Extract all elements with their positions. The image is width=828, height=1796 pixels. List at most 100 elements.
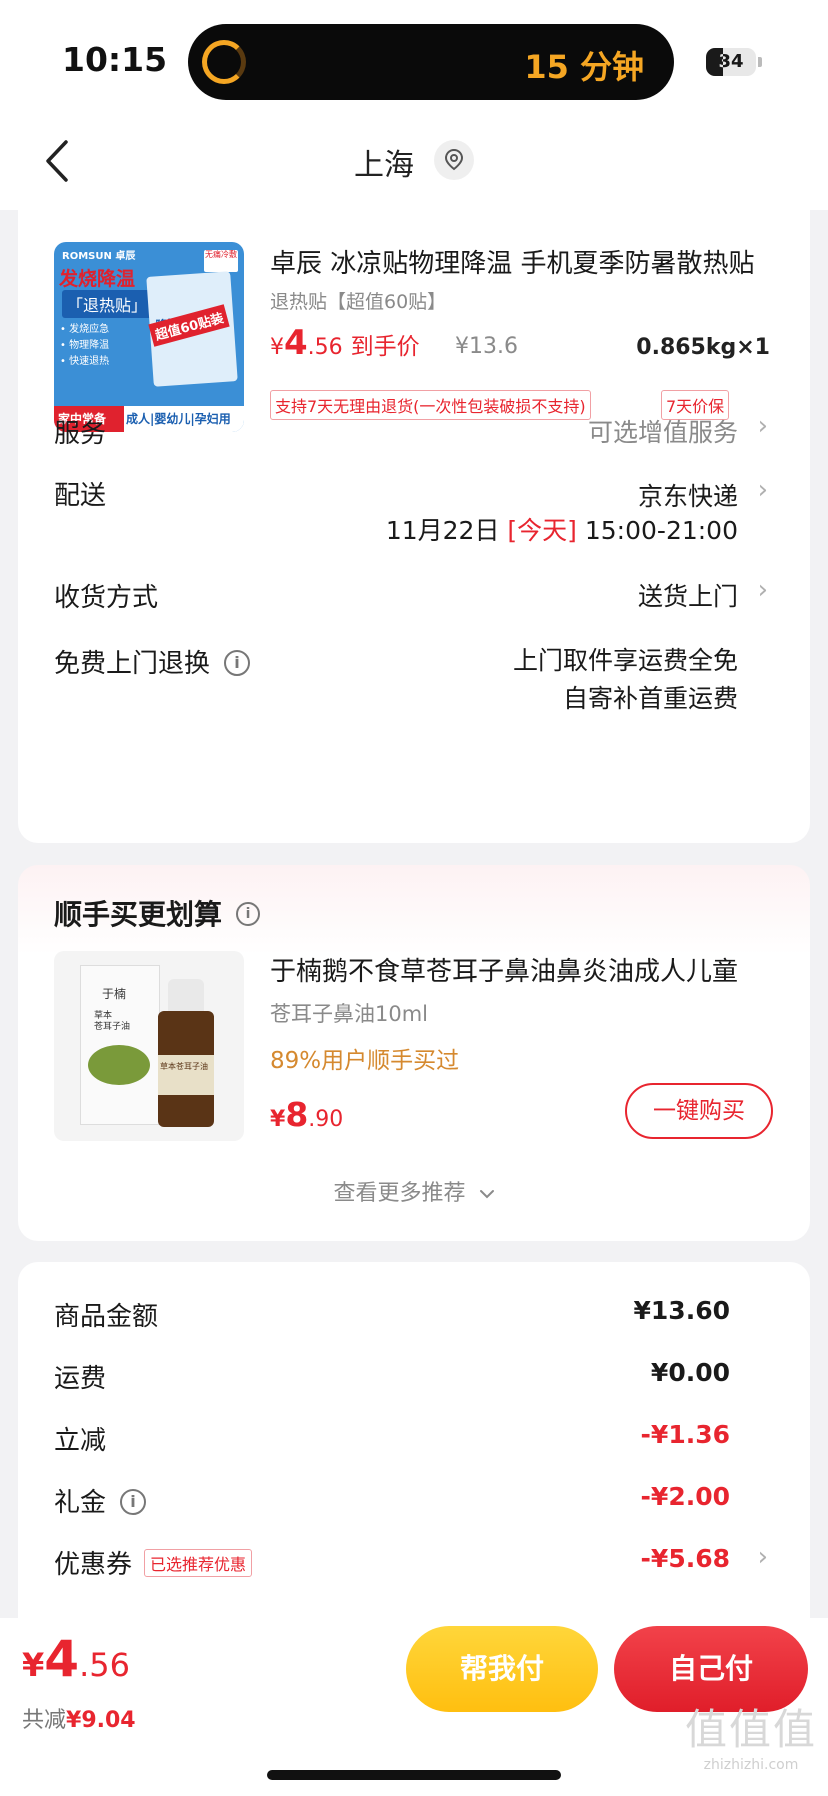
delivery-time: 11月22日 [今天] 15:00-21:00: [386, 511, 738, 547]
chevron-right-icon[interactable]: ›: [758, 411, 768, 441]
product-image-bullets: • 发烧应急 • 物理降温 • 快速退热: [60, 322, 109, 370]
bottle-cap: [168, 979, 204, 1013]
battery-text: 34: [718, 51, 744, 72]
leaf-graphic: [88, 1045, 150, 1085]
home-indicator[interactable]: [267, 1770, 561, 1780]
saved-label: 共减: [22, 1708, 67, 1733]
dynamic-island[interactable]: 15 分钟: [188, 24, 674, 100]
chevron-right-icon[interactable]: ›: [758, 575, 768, 605]
instant-discount-value: -¥1.36: [640, 1420, 730, 1449]
coupon-text: 优惠券: [54, 1550, 133, 1580]
info-icon[interactable]: i: [236, 902, 261, 926]
recommend-product-spec: 苍耳子鼻油10ml: [270, 1002, 429, 1026]
price-label: 到手价: [350, 334, 420, 360]
gift-money-value: -¥2.00: [640, 1482, 730, 1511]
shipping-label: 运费: [54, 1364, 107, 1394]
info-icon[interactable]: i: [120, 1488, 147, 1515]
instant-discount-label: 立减: [54, 1426, 107, 1456]
goods-amount-value: ¥13.60: [633, 1296, 730, 1325]
chevron-right-icon[interactable]: ›: [758, 1542, 768, 1572]
coupon-value[interactable]: -¥5.68: [641, 1544, 730, 1573]
order-card: ROMSUN 卓辰 无痛冷敷 发烧降温 「退热贴」 • 发烧应急 • 物理降温 …: [18, 205, 810, 843]
info-icon[interactable]: i: [224, 649, 251, 676]
return-policy-tag: 支持7天无理由退货(一次性包装破损不支持): [270, 390, 591, 420]
bottle-text: 草本苍耳子油: [160, 1062, 208, 1071]
price-currency: ¥: [270, 335, 284, 360]
recommend-title-text: 顺手买更划算: [54, 898, 223, 931]
product-title[interactable]: 卓辰 冰凉贴物理降温 手机夏季防暑散热贴: [270, 243, 790, 280]
coupon-selected-tag: 已选推荐优惠: [144, 1548, 253, 1577]
price-decimal: .90: [308, 1107, 344, 1132]
product-image-brand: ROMSUN 卓辰: [62, 251, 136, 262]
chevron-down-icon: [479, 1190, 494, 1199]
recommend-buyers-rate: 89%用户顺手买过: [270, 1048, 460, 1074]
delivery-value[interactable]: 京东快递: [638, 477, 738, 513]
chevron-left-icon: [46, 140, 68, 182]
price-decimal: .56: [307, 335, 343, 360]
product-weight: 0.865kg×1: [636, 335, 770, 360]
return-line-1: 上门取件享运费全免: [512, 646, 738, 675]
recommend-price: ¥8.90: [270, 1095, 343, 1134]
return-line-2: 自寄补首重运费: [562, 684, 738, 713]
bottom-pay-bar: ¥4.56 共减¥9.04 帮我付 自己付 值值值 zhizhizhi.com: [0, 1618, 828, 1796]
chevron-right-icon[interactable]: ›: [758, 475, 768, 505]
product-spec: 退热贴【超值60贴】: [270, 291, 447, 313]
one-click-buy-button[interactable]: 一键购买: [625, 1083, 773, 1139]
product-image-corner: 无痛冷敷: [204, 250, 238, 272]
battery-tip: [758, 57, 762, 67]
watermark-url: zhizhizhi.com: [703, 1757, 799, 1773]
timer-ring-icon: [202, 40, 246, 84]
product-price: ¥4.56 到手价: [270, 323, 420, 363]
recommend-product-title[interactable]: 于楠鹅不食草苍耳子鼻油鼻炎油成人儿童: [270, 951, 780, 988]
delivery-label: 配送: [54, 481, 107, 511]
saved-value: ¥9.04: [66, 1708, 136, 1733]
product-image-box-text: 「退热贴」: [62, 290, 153, 318]
product-image-bullet: • 快速退热: [60, 356, 110, 367]
total-price: ¥4.56: [22, 1630, 130, 1688]
goods-amount-label: 商品金额: [54, 1302, 159, 1332]
watermark-logo: 值值值: [684, 1705, 817, 1754]
help-me-pay-button[interactable]: 帮我付: [406, 1626, 598, 1712]
product-image-bullet: • 物理降温: [60, 340, 110, 351]
recommend-image-box-text: 草本 苍耳子油: [94, 1011, 131, 1032]
service-value[interactable]: 可选增值服务: [588, 413, 738, 449]
location-pin-icon[interactable]: [434, 140, 474, 180]
original-price: ¥13.6: [455, 334, 518, 359]
free-return-label: 免费上门退换 i: [54, 643, 251, 680]
gift-money-text: 礼金: [54, 1488, 107, 1518]
product-image-headline: 发烧降温: [59, 268, 136, 290]
service-label: 服务: [54, 419, 107, 449]
shipping-value: ¥0.00: [650, 1358, 730, 1387]
recommend-product-image[interactable]: 于楠 草本 苍耳子油 草本苍耳子油: [54, 951, 244, 1141]
price-currency: ¥: [22, 1646, 45, 1684]
total-saved[interactable]: 共减¥9.04: [22, 1702, 136, 1734]
recommend-card: 顺手买更划算 i 于楠 草本 苍耳子油 草本苍耳子油 于楠鹅不食草苍耳子鼻油鼻炎油…: [18, 865, 810, 1241]
price-integer: 8: [285, 1095, 309, 1134]
delivery-date: 11月22日: [385, 516, 500, 545]
delivery-today: [今天]: [507, 516, 577, 545]
watermark: 值值值 zhizhizhi.com: [676, 1696, 826, 1773]
price-currency: ¥: [270, 1107, 286, 1132]
gift-money-label: 礼金 i: [54, 1482, 147, 1519]
nav-bar: 上海: [0, 120, 828, 210]
price-integer: 4: [44, 1630, 80, 1688]
more-recommend-link[interactable]: 查看更多推荐: [18, 1175, 810, 1207]
product-image-bullet: • 发烧应急: [60, 324, 110, 335]
free-return-text: 免费上门退换: [54, 649, 211, 679]
delivery-window: 15:00-21:00: [584, 516, 738, 545]
coupon-label[interactable]: 优惠券 已选推荐优惠: [54, 1544, 253, 1581]
recommend-image-box-brand: 于楠: [102, 987, 127, 1001]
price-integer: 4: [284, 323, 308, 363]
product-image-footer-right: 成人|婴幼儿|孕妇用: [126, 412, 231, 426]
status-bar: 10:15 15 分钟 34: [0, 0, 828, 120]
nav-title[interactable]: 上海: [354, 140, 414, 184]
status-time: 10:15: [62, 40, 168, 79]
more-recommend-text: 查看更多推荐: [333, 1181, 466, 1206]
receive-label: 收货方式: [54, 583, 159, 613]
price-decimal: .56: [79, 1646, 130, 1684]
receive-value[interactable]: 送货上门: [638, 577, 738, 613]
recommend-section-title: 顺手买更划算 i: [54, 893, 261, 933]
back-button[interactable]: [42, 138, 82, 188]
product-image[interactable]: ROMSUN 卓辰 无痛冷敷 发烧降温 「退热贴」 • 发烧应急 • 物理降温 …: [54, 242, 244, 432]
island-timer-text: 15 分钟: [524, 48, 644, 86]
